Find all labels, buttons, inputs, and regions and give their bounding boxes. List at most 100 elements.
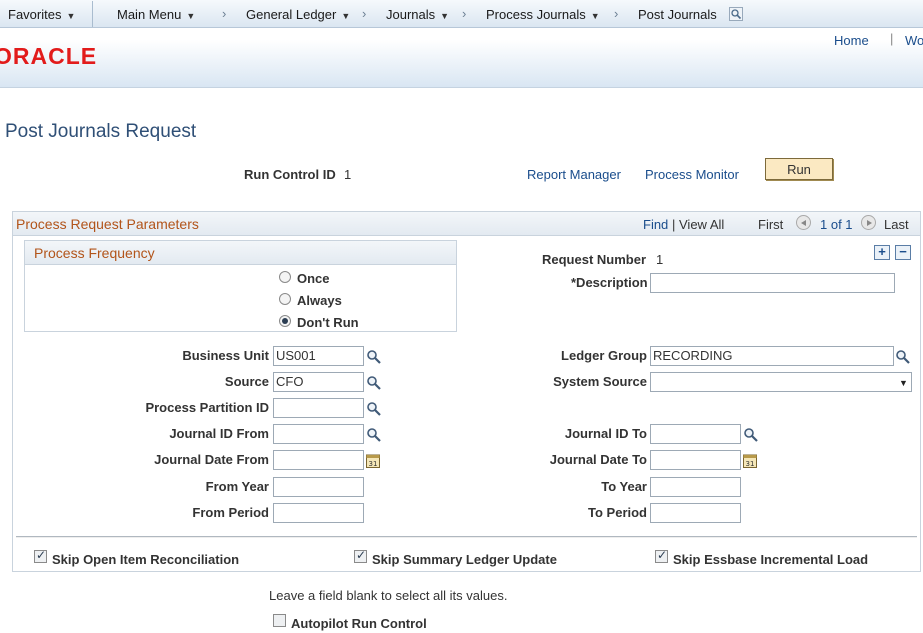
top-nav-bar: Favorites ▼ Main Menu ▼ › General Ledger ▼ … — [0, 0, 923, 28]
svg-text:31: 31 — [369, 460, 378, 468]
group-title: Process Request Parameters — [16, 216, 199, 232]
description-field[interactable] — [650, 273, 895, 293]
to-year-label: To Year — [601, 479, 647, 494]
breadcrumb-chevron-icon: › — [462, 6, 467, 21]
lookup-icon[interactable] — [743, 427, 759, 443]
autopilot-run-control-label: Autopilot Run Control — [291, 616, 427, 631]
run-button[interactable]: Run — [765, 158, 833, 180]
nav-favorites-label: Favorites — [8, 7, 62, 22]
nav-process-journals[interactable]: Process Journals ▼ — [486, 7, 600, 22]
from-year-label: From Year — [205, 479, 269, 494]
chevron-down-icon: ▼ — [440, 11, 450, 21]
journal-date-from-field[interactable] — [273, 450, 364, 470]
nav-favorites[interactable]: Favorites ▼ — [8, 7, 75, 22]
previous-row-icon[interactable] — [796, 215, 811, 230]
skip-essbase-checkbox[interactable] — [655, 548, 668, 563]
breadcrumb-chevron-icon: › — [362, 6, 367, 21]
to-period-field[interactable] — [650, 503, 741, 523]
radio-once-label: Once — [297, 271, 330, 286]
journal-date-to-field[interactable] — [650, 450, 741, 470]
journal-id-from-label: Journal ID From — [169, 426, 269, 441]
business-unit-label: Business Unit — [182, 348, 269, 363]
nav-divider — [92, 1, 93, 27]
skip-open-item-checkbox[interactable] — [34, 548, 47, 563]
journal-id-from-field[interactable] — [273, 424, 364, 444]
find-separator: | — [672, 217, 676, 232]
journal-date-to-label: Journal Date To — [549, 452, 647, 467]
to-year-field[interactable] — [650, 477, 741, 497]
journal-date-from-label: Journal Date From — [154, 452, 269, 467]
nav-process-journals-label: Process Journals — [486, 7, 586, 22]
system-source-label: System Source — [553, 374, 647, 389]
to-period-label: To Period — [588, 505, 647, 520]
home-link[interactable]: Home — [834, 33, 869, 48]
business-unit-field[interactable]: US001 — [273, 346, 364, 366]
nav-post-journals[interactable]: Post Journals — [638, 7, 717, 22]
journal-id-to-field[interactable] — [650, 424, 741, 444]
next-row-icon[interactable] — [861, 215, 876, 230]
description-label: *Description — [571, 275, 648, 290]
svg-text:31: 31 — [746, 460, 755, 468]
chevron-down-icon: ▼ — [186, 11, 196, 21]
search-icon[interactable] — [729, 7, 743, 21]
lookup-icon[interactable] — [895, 349, 911, 365]
add-row-button[interactable]: + — [874, 245, 890, 260]
chevron-down-icon: ▼ — [590, 11, 600, 21]
header-separator: | — [890, 31, 894, 46]
run-control-id-label: Run Control ID — [244, 167, 336, 182]
process-partition-id-label: Process Partition ID — [145, 400, 269, 415]
journal-id-to-label: Journal ID To — [564, 426, 647, 441]
calendar-icon[interactable]: 31 — [743, 453, 757, 468]
lookup-icon[interactable] — [366, 401, 382, 417]
nav-general-ledger[interactable]: General Ledger ▼ — [246, 7, 350, 22]
row-position: 1 of 1 — [820, 217, 853, 232]
view-all-link[interactable]: View All — [679, 217, 724, 232]
find-link[interactable]: Find — [643, 217, 668, 232]
calendar-icon[interactable]: 31 — [366, 453, 380, 468]
chevron-down-icon[interactable]: ▼ — [899, 378, 908, 388]
lookup-icon[interactable] — [366, 427, 382, 443]
source-field[interactable]: CFO — [273, 372, 364, 392]
first-label: First — [758, 217, 784, 232]
process-monitor-link[interactable]: Process Monitor — [645, 167, 739, 182]
chevron-down-icon: ▼ — [341, 11, 351, 21]
group-header: Process Request Parameters — [13, 212, 920, 236]
report-manager-link[interactable]: Report Manager — [527, 167, 621, 182]
ledger-group-field[interactable]: RECORDING — [650, 346, 894, 366]
radio-always-label: Always — [297, 293, 342, 308]
chevron-down-icon: ▼ — [66, 11, 76, 21]
radio-once[interactable] — [279, 271, 291, 283]
last-label: Last — [884, 217, 909, 232]
request-number-value: 1 — [656, 252, 664, 267]
nav-journals-label: Journals — [386, 7, 436, 22]
lookup-icon[interactable] — [366, 375, 382, 391]
nav-main-menu-label: Main Menu — [117, 7, 182, 22]
page-title: Post Journals Request — [5, 121, 197, 142]
breadcrumb-chevron-icon: › — [614, 6, 619, 21]
source-label: Source — [224, 374, 269, 389]
from-year-field[interactable] — [273, 477, 364, 497]
radio-dont-run-label: Don't Run — [297, 315, 359, 330]
lookup-icon[interactable] — [366, 349, 382, 365]
nav-journals[interactable]: Journals ▼ — [386, 7, 449, 22]
frequency-title: Process Frequency — [34, 245, 155, 261]
autopilot-run-control-checkbox[interactable] — [273, 614, 286, 627]
oracle-logo: ORACLE — [0, 43, 98, 69]
nav-main-menu[interactable]: Main Menu ▼ — [117, 7, 195, 22]
from-period-field[interactable] — [273, 503, 364, 523]
process-partition-id-field[interactable] — [273, 398, 364, 418]
process-frequency-group: Process Frequency — [24, 240, 457, 332]
worklist-link[interactable]: Wo — [905, 33, 923, 48]
breadcrumb-chevron-icon: › — [222, 6, 227, 21]
skip-essbase-label: Skip Essbase Incremental Load — [673, 552, 869, 567]
request-number-label: Request Number — [542, 252, 647, 267]
run-control-id-value: 1 — [344, 167, 352, 182]
radio-always[interactable] — [279, 293, 291, 305]
section-divider — [16, 536, 917, 538]
system-source-select[interactable] — [650, 372, 912, 392]
skip-summary-ledger-checkbox[interactable] — [354, 548, 367, 563]
frequency-header: Process Frequency — [25, 241, 456, 265]
skip-open-item-label: Skip Open Item Reconciliation — [52, 552, 240, 567]
delete-row-button[interactable]: − — [895, 245, 911, 260]
radio-dont-run[interactable] — [279, 315, 291, 327]
